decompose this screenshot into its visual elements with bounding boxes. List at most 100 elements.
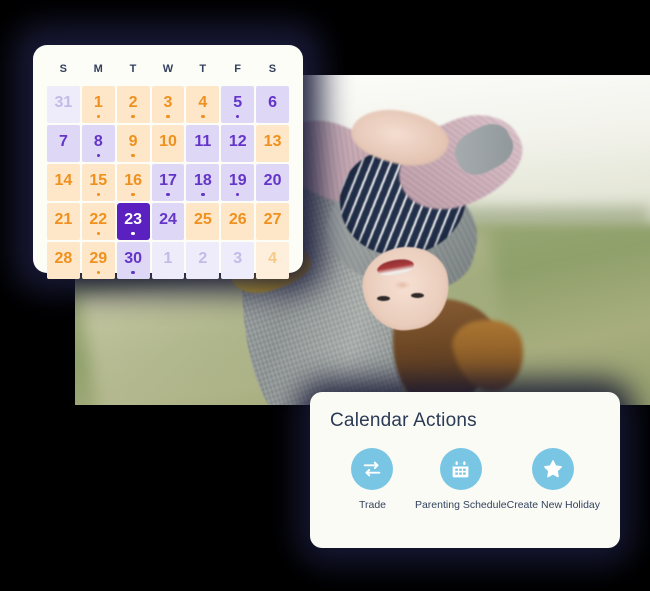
- calendar-day[interactable]: 17: [151, 164, 185, 201]
- action-item[interactable]: Create New Holiday: [507, 448, 600, 511]
- event-dot-icon: [235, 114, 240, 118]
- event-dot-icon: [131, 192, 135, 196]
- calendar-day-label: 31: [54, 93, 73, 111]
- calendar-day[interactable]: 22: [81, 203, 115, 240]
- event-dot-icon: [166, 192, 170, 196]
- calendar-day[interactable]: 30: [116, 242, 150, 279]
- calendar-day[interactable]: 21: [47, 203, 80, 240]
- calendar-day-label: 1: [93, 93, 103, 111]
- calendar-day[interactable]: 14: [47, 164, 80, 201]
- calendar-day-label: 19: [228, 171, 247, 189]
- calendar-day-label: 4: [198, 93, 208, 111]
- calendar-icon[interactable]: [439, 448, 482, 490]
- calendar-day[interactable]: 9: [116, 125, 150, 162]
- calendar-day[interactable]: 31: [47, 86, 80, 123]
- calendar-day-label: 16: [124, 171, 143, 189]
- calendar-day-label: 29: [89, 249, 108, 267]
- star-icon[interactable]: [532, 448, 575, 490]
- event-dot-icon: [96, 192, 101, 196]
- weekday-header: W: [162, 63, 174, 75]
- calendar-day[interactable]: 18: [186, 164, 220, 201]
- calendar-day-label: 18: [193, 171, 212, 189]
- calendar-day[interactable]: 4: [186, 86, 220, 123]
- event-dot-icon: [96, 114, 101, 118]
- calendar-day-label: 2: [198, 249, 208, 267]
- calendar-day[interactable]: 27: [256, 203, 289, 240]
- action-item-label: Create New Holiday: [506, 499, 600, 511]
- calendar-day-label: 3: [233, 249, 243, 267]
- weekday-header: M: [93, 63, 103, 75]
- child-eye-left: [376, 296, 390, 302]
- calendar-day-label: 8: [93, 132, 103, 150]
- event-dot-icon: [131, 231, 135, 235]
- weekday-header: F: [234, 63, 242, 75]
- calendar-day[interactable]: 8: [81, 125, 115, 162]
- calendar-day[interactable]: 12: [221, 125, 255, 162]
- calendar-day[interactable]: 4: [256, 242, 289, 279]
- calendar-day[interactable]: 1: [81, 86, 115, 123]
- calendar-day-label: 27: [263, 210, 282, 228]
- calendar-day[interactable]: 13: [256, 125, 289, 162]
- action-item[interactable]: Trade: [330, 448, 415, 511]
- event-dot-icon: [166, 114, 170, 118]
- app-stage: S M T W T F S 31 1 2 3 4 5 6 7 8 9 10 11 12 13 14 15 16 17 18 19 20…: [0, 0, 650, 591]
- event-dot-icon: [131, 153, 135, 157]
- calendar-day-label: 30: [124, 249, 143, 267]
- calendar-day-label: 24: [159, 210, 177, 228]
- calendar-day[interactable]: 19: [221, 164, 255, 201]
- calendar-day-label: 28: [54, 249, 73, 267]
- calendar-day[interactable]: 25: [186, 203, 220, 240]
- calendar-day-label: 4: [268, 249, 278, 267]
- calendar-card: S M T W T F S 31 1 2 3 4 5 6 7 8 9 10 11 12 13 14 15 16 17 18 19 20…: [33, 45, 303, 279]
- calendar-actions-card: Calendar Actions Trade Parenting Schedule…: [310, 392, 620, 548]
- calendar-day-label: 5: [233, 93, 243, 111]
- calendar-day[interactable]: 3: [151, 86, 185, 123]
- action-item[interactable]: Parenting Schedule: [415, 448, 507, 511]
- calendar-day-label: 11: [194, 132, 212, 150]
- event-dot-icon: [96, 231, 101, 235]
- calendar-day[interactable]: 7: [47, 125, 80, 162]
- calendar-day-label: 7: [58, 132, 68, 150]
- calendar-day[interactable]: 1: [151, 242, 185, 279]
- weekday-header: S: [268, 63, 277, 75]
- calendar-day[interactable]: 15: [81, 164, 115, 201]
- calendar-day-label: 10: [159, 132, 177, 150]
- calendar-day[interactable]: 26: [221, 203, 255, 240]
- swap-arrows-icon[interactable]: [351, 448, 394, 490]
- calendar-actions-list: Trade Parenting Schedule Create New Holida…: [330, 448, 600, 511]
- calendar-day[interactable]: 2: [116, 86, 150, 123]
- weekday-header: S: [59, 63, 68, 75]
- weekday-header: T: [199, 63, 207, 75]
- action-item-label: Trade: [358, 499, 386, 511]
- calendar-day-label: 26: [228, 210, 247, 228]
- calendar-day-label: 9: [128, 132, 138, 150]
- calendar-day-selected[interactable]: 23: [116, 203, 150, 240]
- calendar-day-label: 21: [54, 210, 73, 228]
- calendar-actions-title: Calendar Actions: [330, 410, 477, 431]
- weekday-header: T: [129, 63, 137, 75]
- calendar-day-label: 12: [228, 132, 247, 150]
- calendar-day[interactable]: 5: [221, 86, 255, 123]
- calendar-day[interactable]: 11: [186, 125, 220, 162]
- event-dot-icon: [235, 192, 240, 196]
- calendar-day[interactable]: 24: [151, 203, 185, 240]
- calendar-day-label: 14: [54, 171, 73, 189]
- calendar-day-label: 15: [89, 171, 108, 189]
- calendar-day[interactable]: 2: [186, 242, 220, 279]
- event-dot-icon: [96, 270, 101, 274]
- calendar-day[interactable]: 28: [47, 242, 80, 279]
- calendar-day[interactable]: 10: [151, 125, 185, 162]
- event-dot-icon: [131, 114, 135, 118]
- calendar-day-label: 2: [128, 93, 138, 111]
- calendar-day-label: 23: [124, 210, 143, 228]
- calendar-day-label: 6: [268, 93, 278, 111]
- calendar-day[interactable]: 16: [116, 164, 150, 201]
- calendar-day-label: 17: [159, 171, 177, 189]
- calendar-day-label: 25: [193, 210, 212, 228]
- calendar-day[interactable]: 6: [256, 86, 289, 123]
- calendar-grid: S M T W T F S 31 1 2 3 4 5 6 7 8 9 10 11 12 13 14 15 16 17 18 19 20…: [47, 57, 289, 279]
- calendar-day[interactable]: 29: [81, 242, 115, 279]
- calendar-day[interactable]: 3: [221, 242, 255, 279]
- calendar-day-label: 1: [163, 249, 173, 267]
- calendar-day[interactable]: 20: [256, 164, 289, 201]
